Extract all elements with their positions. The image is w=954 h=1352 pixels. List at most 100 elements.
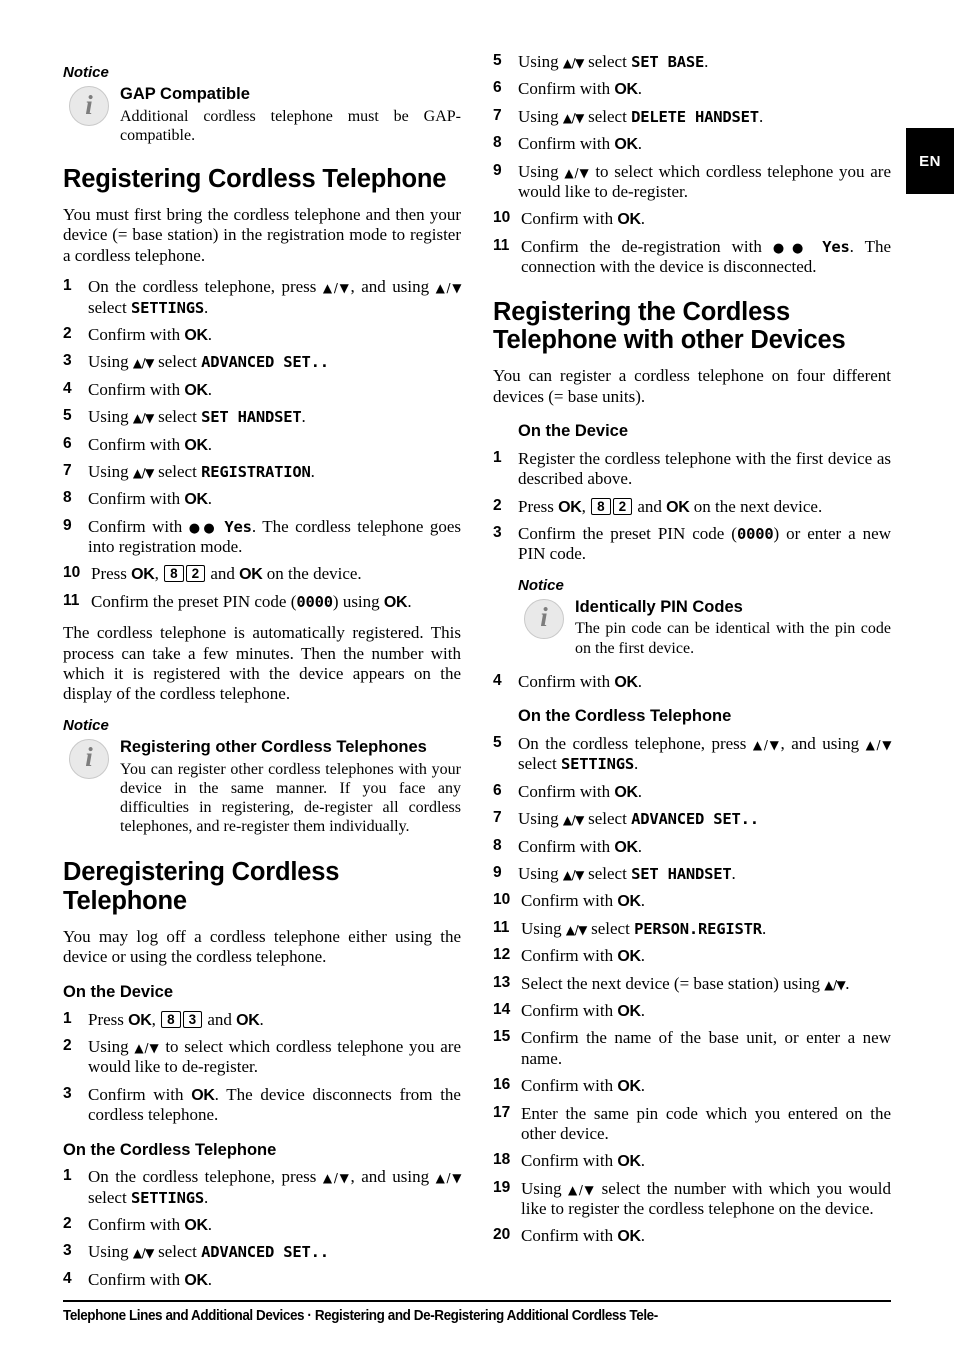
step-item: 10 Confirm with OK. [493,891,645,911]
ok-key-label: OK [184,1217,208,1235]
step-number: 1 [63,1009,72,1027]
intro-paragraph: You must first bring the cordless teleph… [63,204,461,265]
step-number: 8 [493,134,502,152]
step-number: 8 [493,836,502,854]
step-item: 11 Using ▲/▼ select PERSON.REGISTR. [493,918,767,938]
subheading-on-the-cordless-telephone: On the Cordless Telephone [63,1140,277,1159]
step-number: 2 [63,324,72,342]
display-text: Yes [822,237,850,256]
page-title-deregistering: Deregistering Cordless Telephone [63,858,340,916]
step-number: 3 [63,1242,72,1260]
step-item: 1 On the cordless telephone, press ▲/▼, a… [63,1167,462,1207]
step-number: 2 [493,496,502,514]
up-down-arrow-icon: ▲/▼ [562,867,585,882]
subheading-on-the-cordless-telephone: On the Cordless Telephone [518,707,732,726]
ok-key-label: OK [617,1078,641,1096]
ok-key-label: OK [614,673,638,691]
step-item: 10 Confirm with OK. [493,209,645,229]
step-number: 5 [63,407,72,425]
double-dot-icon: ●● [188,520,218,536]
step-number: 7 [63,461,72,479]
step-item: 9 Using ▲/▼ select SET HANDSET. [493,863,736,883]
step-number: 3 [63,1084,72,1102]
info-icon: i [524,598,564,639]
up-down-arrow-icon: ▲/▼ [752,738,781,753]
page-footer: Telephone Lines and Additional Devices ·… [63,1300,891,1324]
step-item: 12 Confirm with OK. [493,946,645,966]
step-item: 3 Confirm the preset PIN code (0000) or e… [493,523,891,564]
notice-title: Registering other Cordless Telephones [120,737,427,756]
step-item: 8 Confirm with OK. [493,134,642,154]
step-item: 11 Confirm the preset PIN code (0000) usi… [63,591,412,611]
up-down-arrow-icon: ▲/▼ [824,977,846,992]
step-item: 19 Using ▲/▼ select the number with which… [493,1178,891,1219]
registering-outro: The cordless telephone is automatically … [63,623,461,704]
ok-key-label: OK [614,81,638,99]
ok-key-label: OK [184,436,208,454]
info-icon: i [69,86,109,126]
ok-key-label: OK [191,1086,215,1104]
manual-page: EN Notice i GAP Compatible Additional co… [0,0,954,1352]
notice-title: GAP Compatible [120,85,250,103]
step-item: 8 Confirm with OK. [63,489,212,509]
display-text: ADVANCED SET.. [631,810,759,829]
ok-key-label: OK [614,136,638,154]
up-down-arrow-icon: ▲/▼ [567,1182,596,1197]
step-number: 9 [493,161,502,179]
display-text: PERSON.REGISTR [634,919,762,938]
right-column: 5 Using ▲/▼ select SET BASE. 6 Confirm with… [493,52,892,1258]
step-number: 1 [63,277,72,295]
display-text: REGISTRATION [201,462,311,481]
step-number: 11 [493,236,510,254]
left-column: Notice i GAP Compatible Additional cordl… [63,52,462,1301]
step-item: 4 Confirm with OK. [63,379,212,399]
display-text: 0000 [736,524,774,543]
step-number: 3 [63,352,72,370]
language-tab-en: EN [906,128,954,194]
display-text: SETTINGS [130,298,205,317]
ok-key-label: OK [617,1002,641,1020]
ok-key-label: OK [184,1271,208,1289]
step-item: 2 Confirm with OK. [63,1215,212,1235]
display-text: SET HANDSET [631,864,732,883]
step-number: 5 [493,52,502,69]
step-item: 9 Using ▲/▼ to select which cordless tele… [493,161,891,201]
up-down-arrow-icon: ▲/▼ [134,1040,160,1055]
step-number: 4 [63,1269,72,1287]
step-item: 2 Press OK, 82 and OK on the next device. [493,496,823,516]
step-item: 15 Confirm the name of the base unit, or … [493,1028,891,1068]
step-item: 6 Confirm with OK. [493,79,642,99]
steps-on-the-cordless-telephone: 1 On the cordless telephone, press ▲/▼, a… [63,1167,462,1290]
step-number: 10 [63,564,81,582]
step-number: 16 [493,1076,511,1094]
step-item: 7 Using ▲/▼ select DELETE HANDSET. [493,106,764,126]
step-number: 3 [493,523,502,541]
up-down-arrow-icon: ▲/▼ [562,110,585,125]
step-item: 8 Confirm with OK. [493,836,642,856]
steps-other-on-the-cordless-telephone: 5 On the cordless telephone, press ▲/▼, a… [493,734,892,1247]
display-text: SET HANDSET [201,408,302,427]
ok-key-label: OK [614,783,638,801]
ok-key-label: OK [558,498,582,516]
step-item: 3 Using ▲/▼ select ADVANCED SET.. [63,352,329,372]
step-item: 1 Press OK, 83 and OK. [63,1009,264,1029]
step-item: 9 Confirm with ●● Yes. The cordless telep… [63,516,462,557]
display-text: SETTINGS [130,1188,205,1207]
step-number: 6 [63,434,72,452]
subheading-on-the-device: On the Device [518,421,629,440]
ok-key-label: OK [184,491,208,509]
steps-on-the-cordless-telephone-continued: 5 Using ▲/▼ select SET BASE. 6 Confirm with… [493,52,891,278]
step-number: 1 [63,1167,72,1185]
step-number: 4 [493,671,502,689]
step-item: 18 Confirm with OK. [493,1151,645,1171]
display-text: ADVANCED SET.. [201,1243,329,1262]
step-number: 8 [63,489,72,507]
numeric-key-2: 2 [185,565,206,583]
display-text: SET BASE [631,53,705,71]
step-item: 10 Press OK, 82 and OK on the device. [63,564,362,584]
step-number: 9 [63,516,72,534]
ok-key-label: OK [128,1011,152,1029]
deregister-intro: You may log off a cordless telephone eit… [63,926,461,967]
two-column-body: Notice i GAP Compatible Additional cordl… [63,52,892,1289]
up-down-arrow-icon: ▲/▼ [132,356,155,371]
